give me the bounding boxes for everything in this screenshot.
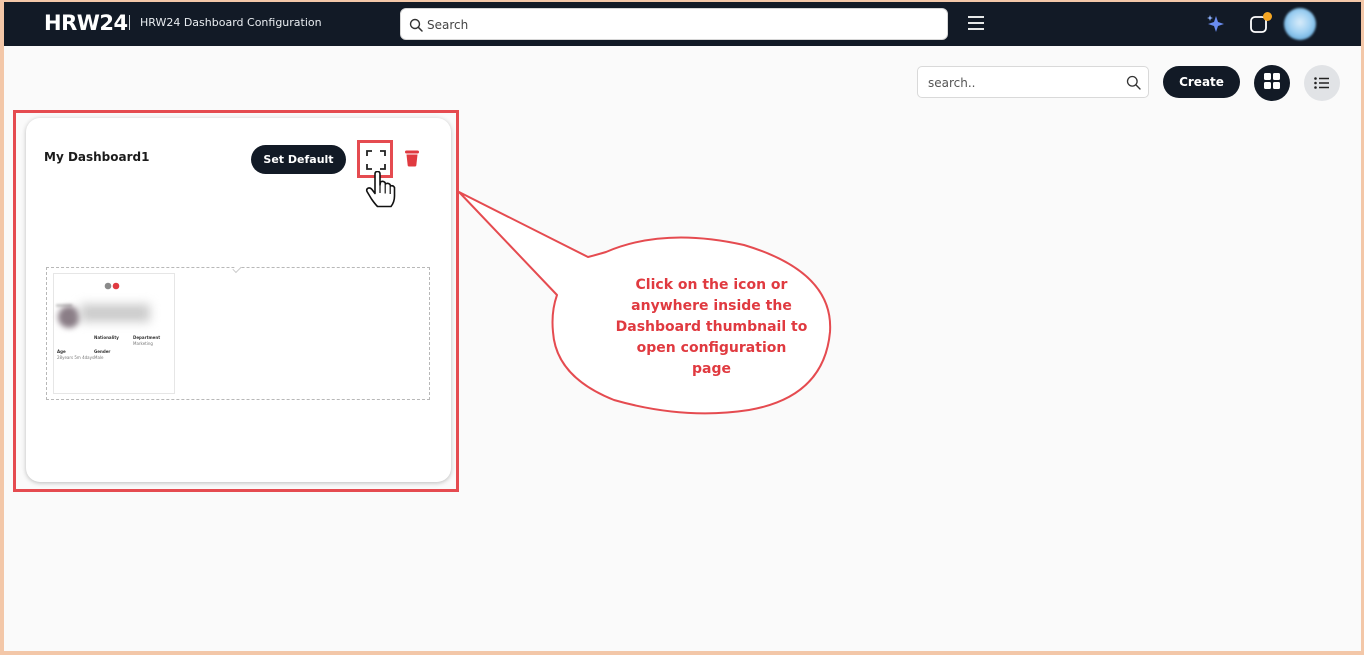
callout-line: Click on the icon or <box>635 277 788 293</box>
callout-line: open configuration <box>636 340 787 356</box>
callout-line: anywhere inside the <box>631 298 792 314</box>
callout-line: page <box>692 361 731 377</box>
callout-line: Dashboard thumbnail to <box>615 319 808 335</box>
callout-text: Click on the icon or anywhere inside the… <box>589 275 834 380</box>
app-window: HRW24 HRW24 Dashboard Configuration Sear… <box>4 2 1361 651</box>
